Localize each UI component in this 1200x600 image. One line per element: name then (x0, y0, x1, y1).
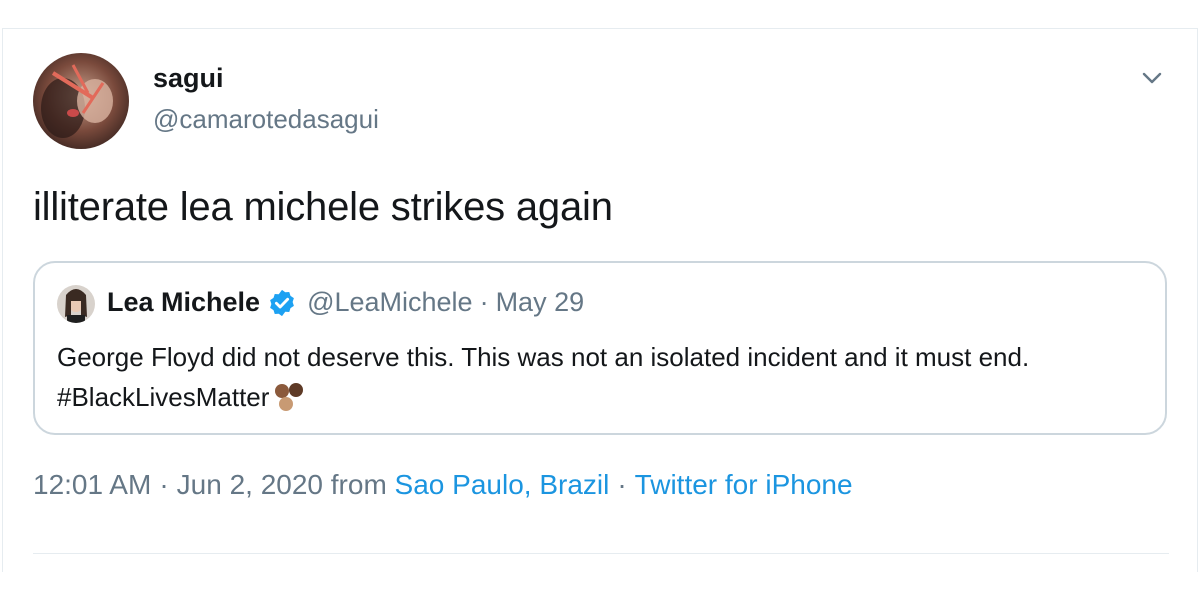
chevron-down-icon[interactable] (1139, 65, 1165, 91)
divider (33, 553, 1169, 554)
source-link[interactable]: Twitter for iPhone (635, 469, 853, 500)
avatar-image (33, 53, 129, 149)
meta-separator: · (617, 469, 627, 500)
quoted-separator: · (479, 287, 489, 317)
author-display-name[interactable]: sagui (153, 63, 224, 94)
brown-hearts-emoji-icon (271, 382, 307, 414)
from-label: from (330, 469, 387, 500)
quoted-tweet-body: George Floyd did not deserve this. This … (57, 337, 1137, 417)
quoted-tweet[interactable]: Lea Michele @LeaMichele · May 29 George … (33, 261, 1167, 435)
author-handle[interactable]: @camarotedasagui (153, 104, 379, 135)
quoted-tweet-header: Lea Michele @LeaMichele · May 29 (107, 287, 584, 318)
quoted-tweet-date: May 29 (495, 287, 585, 317)
tweet-card: sagui @camarotedasagui illiterate lea mi… (2, 28, 1198, 572)
tweet-date[interactable]: Jun 2, 2020 (177, 469, 323, 500)
quoted-author-handle: @LeaMichele (307, 287, 473, 317)
author-avatar[interactable] (33, 53, 129, 149)
meta-separator: · (159, 469, 169, 500)
quoted-author-avatar (57, 285, 95, 323)
location-link[interactable]: Sao Paulo, Brazil (395, 469, 610, 500)
tweet-meta: 12:01 AM · Jun 2, 2020 from Sao Paulo, Bra… (33, 469, 853, 501)
tweet-time[interactable]: 12:01 AM (33, 469, 151, 500)
quoted-tweet-text: George Floyd did not deserve this. This … (57, 342, 1030, 412)
quoted-author-name: Lea Michele (107, 287, 261, 317)
verified-badge-icon (267, 288, 297, 318)
tweet-text: illiterate lea michele strikes again (33, 185, 613, 229)
